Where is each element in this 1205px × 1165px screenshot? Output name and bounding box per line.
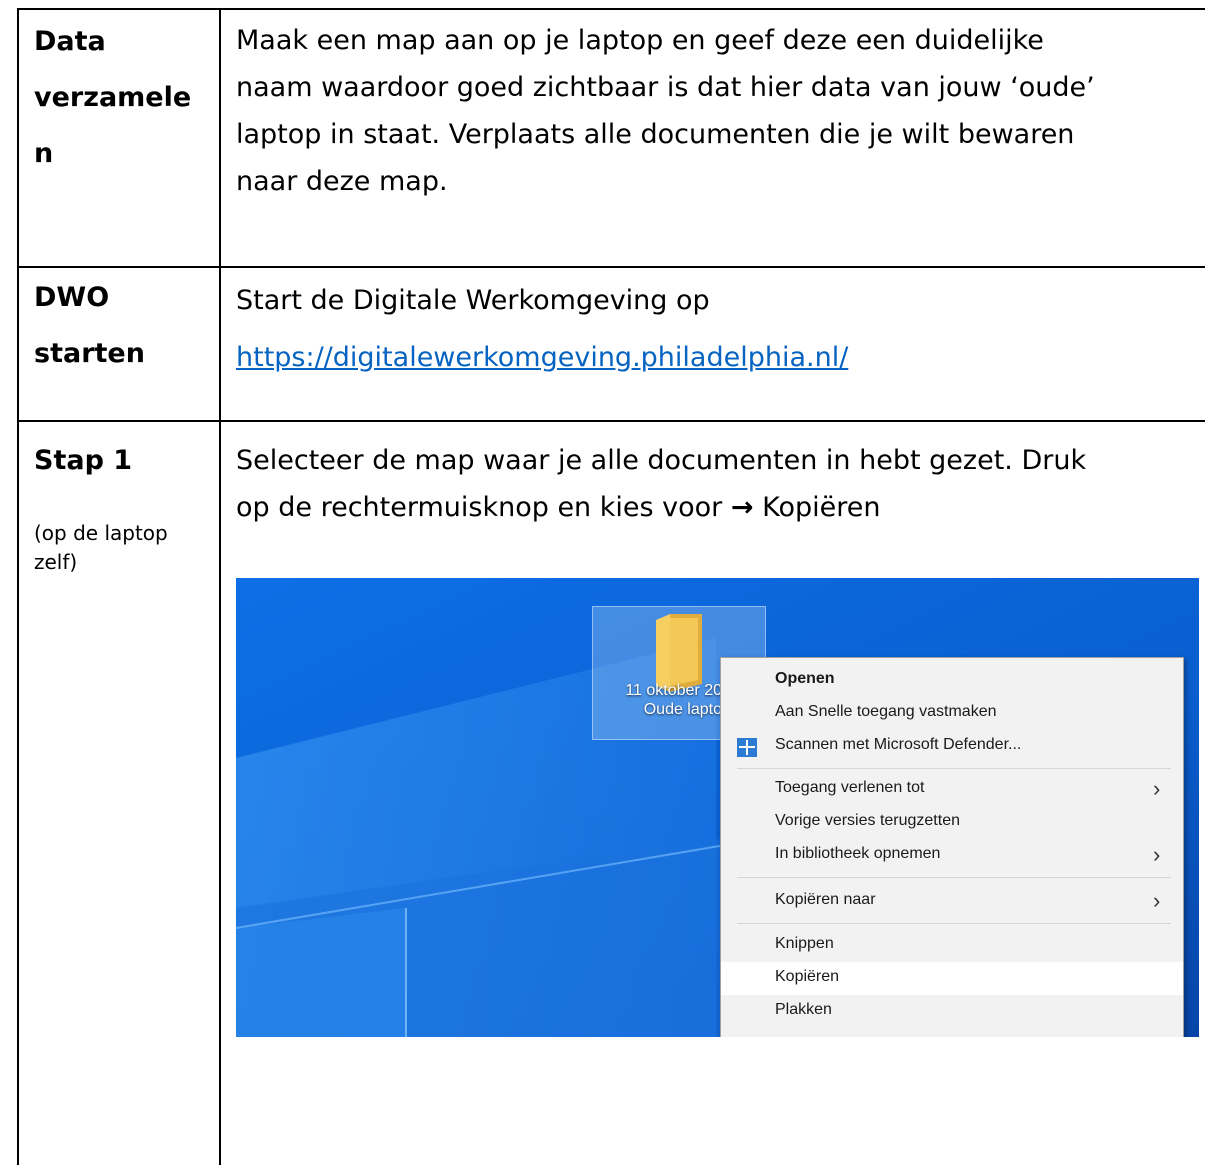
text-line: Start de Digitale Werkomgeving op [236, 285, 710, 316]
chevron-right-icon: › [1153, 888, 1161, 913]
row-divider [17, 420, 1205, 422]
text-line: Maak een map aan op je laptop en geef de… [236, 25, 1044, 56]
menu-item-plakken[interactable]: Plakken [721, 995, 1183, 1028]
menu-item-label: Scannen met Microsoft Defender... [775, 736, 1022, 753]
menu-item-vorige-versies[interactable]: Vorige versies terugzetten [721, 806, 1183, 839]
embedded-screenshot: 11 oktober 20 Oude lapto Openen Aan Snel… [236, 578, 1199, 1037]
menu-item-label: Aan Snelle toegang vastmaken [775, 703, 997, 720]
folder-label-line: Oude lapto [643, 701, 722, 718]
menu-item-snelle-toegang[interactable]: Aan Snelle toegang vastmaken [721, 697, 1183, 730]
row-text-dwo-starten: Start de Digitale Werkomgeving op https:… [236, 277, 1196, 381]
menu-item-label: Plakken [775, 1001, 832, 1018]
table-border-left [17, 8, 19, 1165]
text-fragment: op de rechtermuisknop en kies voor [236, 492, 723, 523]
menu-item-bibliotheek[interactable]: In bibliotheek opnemen › [721, 839, 1183, 872]
defender-shield-icon [737, 738, 757, 757]
menu-item-kopieren-naar[interactable]: Kopiëren naar › [721, 885, 1183, 918]
menu-item-knippen[interactable]: Knippen [721, 929, 1183, 962]
row-divider [17, 266, 1205, 268]
menu-item-label: Knippen [775, 935, 834, 952]
text-line: laptop in staat. Verplaats alle document… [236, 119, 1075, 150]
table-border-top [17, 8, 1205, 10]
folder-label[interactable]: 11 oktober 20 Oude lapto [594, 681, 722, 719]
folder-label-line: 11 oktober 20 [625, 682, 722, 699]
chevron-right-icon: › [1153, 776, 1161, 801]
sublabel-line: zelf) [34, 550, 78, 574]
menu-item-kopieren[interactable]: Kopiëren [721, 962, 1183, 995]
menu-item-openen[interactable]: Openen [721, 664, 1183, 697]
label-line: verzamele [34, 82, 192, 113]
sublabel-line: (op de laptop [34, 521, 168, 545]
column-divider [219, 8, 221, 1165]
text-line: Selecteer de map waar je alle documenten… [236, 445, 1087, 476]
text-line: op de rechtermuisknop en kies voor → Kop… [236, 484, 1196, 531]
menu-item-toegang-verlenen[interactable]: Toegang verlenen tot › [721, 773, 1183, 806]
arrow-right-icon: → [730, 492, 754, 523]
row-sublabel-stap-1: (op de laptop zelf) [34, 519, 209, 577]
menu-item-label: Toegang verlenen tot [775, 779, 925, 796]
row-text-stap-1: Selecteer de map waar je alle documenten… [236, 437, 1196, 531]
menu-separator [737, 877, 1171, 878]
label-line: n [34, 138, 54, 169]
menu-item-label: Kopiëren naar [775, 891, 876, 908]
menu-item-scannen[interactable]: Scannen met Microsoft Defender... [721, 730, 1183, 763]
menu-item-label: In bibliotheek opnemen [775, 845, 941, 862]
chevron-right-icon: › [1153, 842, 1161, 867]
row-label-data-verzamelen: Data verzamele n [34, 14, 214, 182]
label-line: Data [34, 26, 106, 57]
text-line: naam waardoor goed zichtbaar is dat hier… [236, 72, 1095, 103]
menu-item-label: Vorige versies terugzetten [775, 812, 960, 829]
dwo-link[interactable]: https://digitalewerkomgeving.philadelphi… [236, 342, 848, 373]
row-label-stap-1: Stap 1 [34, 445, 133, 476]
row-label-dwo-starten: DWO starten [34, 270, 214, 382]
menu-separator [737, 923, 1171, 924]
menu-item-label: Kopiëren [775, 968, 840, 985]
label-line: DWO [34, 282, 110, 313]
row-text-data-verzamelen: Maak een map aan op je laptop en geef de… [236, 17, 1196, 205]
menu-separator [737, 768, 1171, 769]
menu-item-label: Openen [775, 670, 835, 687]
text-line: naar deze map. [236, 166, 448, 197]
action-text: Kopiëren [762, 492, 881, 523]
context-menu: Openen Aan Snelle toegang vastmaken Scan… [720, 657, 1184, 1037]
label-line: starten [34, 338, 145, 369]
